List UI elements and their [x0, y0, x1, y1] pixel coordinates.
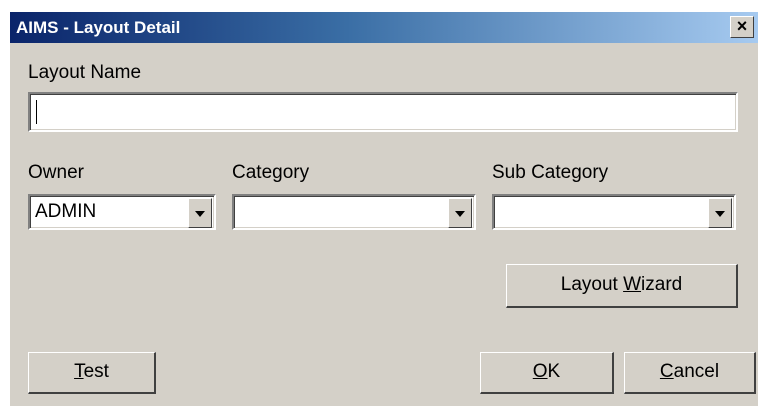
cancel-label: Cancel	[659, 361, 720, 382]
owner-value: ADMIN	[35, 201, 97, 222]
layout-name-label: Layout Name	[28, 62, 142, 83]
cancel-button[interactable]: Cancel	[624, 352, 756, 394]
close-button[interactable]: ×	[730, 16, 754, 38]
title-bar[interactable]: AIMS - Layout Detail ×	[10, 12, 758, 43]
layout-wizard-label: Layout Wizard	[560, 274, 683, 295]
category-dropdown-button[interactable]	[448, 198, 472, 228]
dialog-window: AIMS - Layout Detail × Layout Name Owner…	[10, 12, 758, 406]
subcategory-select[interactable]	[492, 194, 736, 230]
chevron-down-icon	[455, 211, 465, 217]
chevron-down-icon	[715, 211, 725, 217]
subcategory-label: Sub Category	[492, 162, 609, 183]
layout-wizard-button[interactable]: Layout Wizard	[506, 264, 738, 308]
owner-select[interactable]: ADMIN	[28, 194, 216, 230]
test-button[interactable]: Test	[28, 352, 156, 394]
test-label: Test	[74, 361, 109, 382]
ok-label: OK	[532, 361, 561, 382]
layout-name-input[interactable]	[28, 92, 738, 132]
text-caret	[36, 100, 37, 124]
chevron-down-icon	[195, 211, 205, 217]
ok-button[interactable]: OK	[480, 352, 614, 394]
owner-dropdown-button[interactable]	[188, 198, 212, 228]
close-icon: ×	[736, 16, 748, 36]
category-label: Category	[232, 162, 310, 183]
subcategory-dropdown-button[interactable]	[708, 198, 732, 228]
owner-label: Owner	[28, 162, 84, 183]
window-title: AIMS - Layout Detail	[16, 18, 181, 37]
category-select[interactable]	[232, 194, 476, 230]
